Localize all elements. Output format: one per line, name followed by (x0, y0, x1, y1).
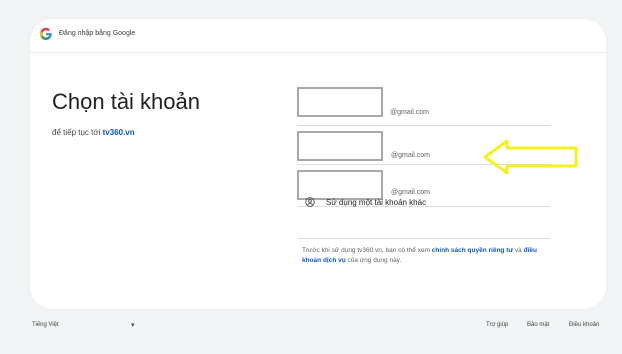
terms-link[interactable]: Điều khoản (569, 322, 599, 328)
page-subtitle: để tiếp tục tới tv360.vn (52, 128, 135, 137)
header-title: Đăng nhập bằng Google (59, 30, 136, 37)
caret-down-icon[interactable]: ▾ (131, 321, 135, 329)
subtitle-text: để tiếp tục tới (52, 128, 101, 137)
footnote-middle: và (514, 247, 524, 254)
help-link[interactable]: Trợ giúp (486, 322, 508, 328)
privacy-footnote: Trước khi sử dụng tv360.vn, bạn có thể x… (302, 246, 548, 266)
use-another-account-button[interactable]: Sử dụng một tài khoản khác (297, 188, 551, 218)
account-item-1[interactable]: @gmail.com (297, 87, 551, 121)
use-another-account-label: Sử dụng một tài khoản khác (326, 198, 427, 207)
account-redaction-box (297, 131, 383, 161)
account-domain: @gmail.com (390, 109, 430, 116)
site-link[interactable]: tv360.vn (103, 128, 135, 137)
privacy-policy-link[interactable]: chính sách quyền riêng tư (432, 247, 513, 254)
page-title: Chọn tài khoản (52, 89, 200, 114)
divider (297, 238, 551, 239)
user-circle-icon (305, 197, 315, 207)
card-header: Đăng nhập bằng Google (30, 19, 606, 53)
language-selector[interactable]: Tiếng Việt (32, 322, 59, 328)
account-redaction-box (297, 87, 383, 117)
privacy-link[interactable]: Bảo mật (527, 322, 549, 328)
google-logo-icon (39, 27, 52, 40)
footnote-prefix: Trước khi sử dụng tv360.vn, bạn có thể x… (302, 247, 432, 254)
account-domain: @gmail.com (391, 152, 431, 159)
footnote-suffix: của ứng dụng này. (347, 257, 402, 264)
divider (297, 125, 551, 126)
left-arrow-icon (484, 140, 578, 174)
